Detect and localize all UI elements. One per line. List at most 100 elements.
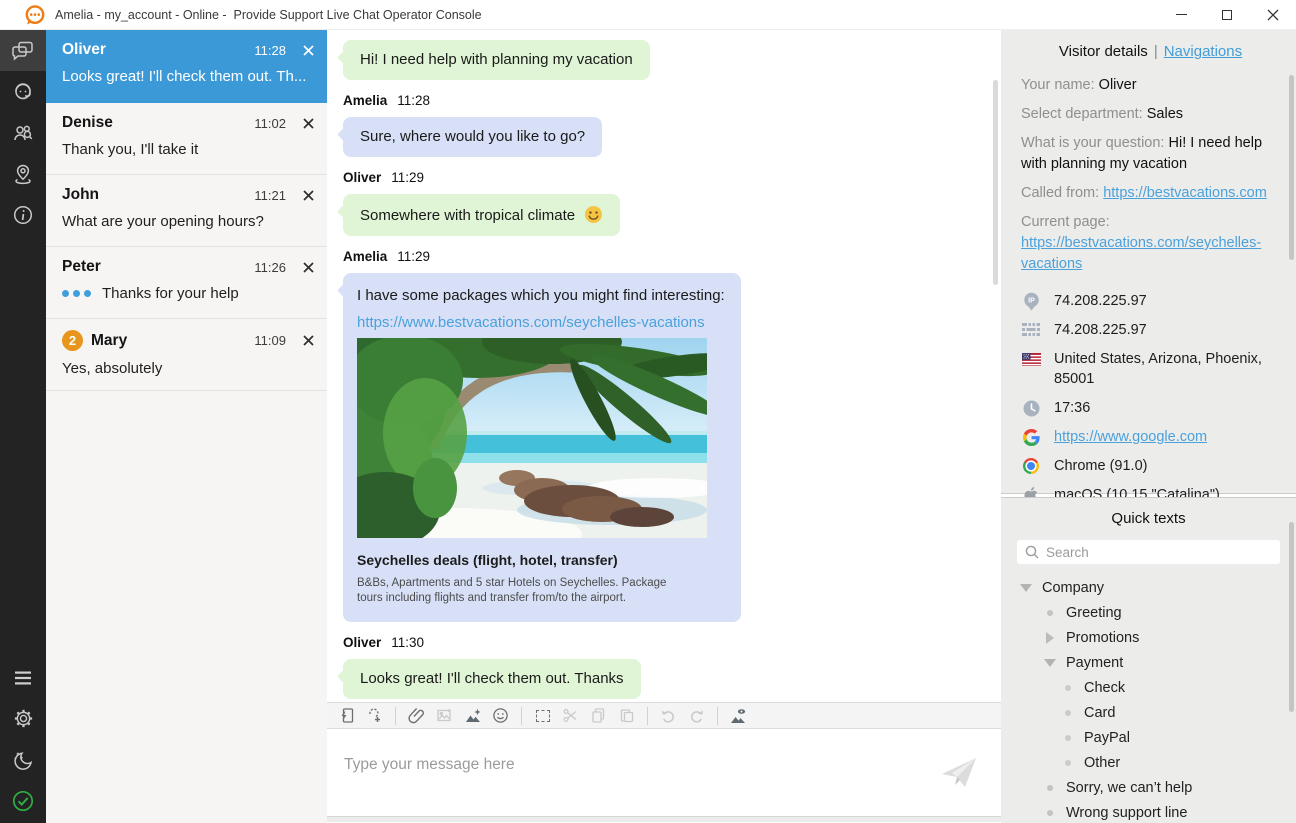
rail-menu-button[interactable] (0, 657, 46, 698)
seychelles-beach-photo (357, 338, 707, 538)
rail-online-status-button[interactable] (0, 780, 46, 821)
chat-item-oliver[interactable]: Oliver 11:28 Looks great! I'll check the… (46, 30, 327, 103)
google-icon (1021, 427, 1041, 447)
quick-texts-scrollbar-thumb[interactable] (1289, 522, 1294, 712)
current-page-link[interactable]: https://bestvacations.com/seychelles-vac… (1021, 235, 1261, 272)
message-time: 11:28 (397, 93, 430, 108)
send-message-button[interactable] (939, 753, 979, 793)
field-value: Oliver (1099, 77, 1137, 93)
message-meta: Amelia 11:29 (343, 249, 985, 264)
visitor-details-scrollbar-thumb[interactable] (1289, 75, 1294, 260)
expanded-arrow-icon[interactable] (1043, 659, 1057, 667)
left-icon-rail (0, 30, 46, 823)
close-chat-button[interactable] (299, 258, 317, 276)
browser-value: Chrome (91.0) (1054, 456, 1147, 476)
visitor-field: What is your question: Hi! I need help w… (1021, 133, 1280, 175)
undo-icon[interactable] (656, 705, 681, 726)
copy-icon[interactable] (586, 705, 611, 726)
night-theme-icon (11, 748, 35, 772)
tree-item-payment[interactable]: Payment (1001, 650, 1296, 675)
svg-text:IP: IP (1028, 295, 1035, 304)
tree-item-company[interactable]: Company (1001, 575, 1296, 600)
conversation-pane: Hi! I need help with planning my vacatio… (327, 30, 1001, 823)
close-icon (303, 118, 314, 129)
messages-scrollbar-thumb[interactable] (993, 80, 998, 285)
chat-item-john[interactable]: John 11:21 What are your opening hours? (46, 175, 327, 247)
expanded-arrow-icon[interactable] (1019, 584, 1033, 592)
tree-item-promotions[interactable]: Promotions (1001, 625, 1296, 650)
close-chat-button[interactable] (299, 186, 317, 204)
redo-icon[interactable] (684, 705, 709, 726)
minimize-button[interactable] (1158, 0, 1204, 29)
rail-info-button[interactable] (0, 194, 46, 235)
composer-horizontal-scrollbar[interactable] (327, 816, 1001, 822)
select-area-icon[interactable] (530, 705, 555, 726)
bullet-icon (1061, 710, 1075, 716)
emoji-icon[interactable] (488, 705, 513, 726)
tree-item-label: Sorry, we can’t help (1066, 780, 1192, 796)
ip-address-value: 74.208.225.97 (1054, 291, 1147, 311)
screenshot-icon[interactable] (726, 705, 751, 726)
search-input[interactable] (1046, 545, 1280, 560)
message-input[interactable] (327, 729, 891, 793)
rail-settings-button[interactable] (0, 698, 46, 739)
paste-icon[interactable] (614, 705, 639, 726)
called-from-link[interactable]: https://bestvacations.com (1103, 185, 1267, 201)
provider-icon (1021, 320, 1041, 340)
rail-geo-button[interactable] (0, 153, 46, 194)
upload-image-icon[interactable] (432, 705, 457, 726)
chat-time: 11:09 (254, 333, 299, 348)
rail-operator-button[interactable] (0, 71, 46, 112)
attach-file-icon[interactable] (404, 705, 429, 726)
tree-item-sorry-we-cant-help[interactable]: Sorry, we can’t help (1001, 775, 1296, 800)
tree-item-other[interactable]: Other (1001, 750, 1296, 775)
chat-name: Denise (62, 114, 113, 132)
tree-item-paypal[interactable]: PayPal (1001, 725, 1296, 750)
rail-chats-button[interactable] (0, 30, 46, 71)
close-chat-button[interactable] (299, 114, 317, 132)
cut-icon[interactable] (558, 705, 583, 726)
chat-time: 11:26 (254, 260, 299, 275)
chat-preview: What are your opening hours? (62, 213, 264, 230)
message-time: 11:29 (391, 170, 424, 185)
field-value: Sales (1147, 106, 1183, 122)
tree-item-greeting[interactable]: Greeting (1001, 600, 1296, 625)
chat-preview: Thank you, I'll take it (62, 141, 198, 158)
chat-item-mary[interactable]: 2 Mary 11:09 Yes, absolutely (46, 319, 327, 391)
tree-item-wrong-support-line[interactable]: Wrong support line (1001, 800, 1296, 823)
tree-item-card[interactable]: Card (1001, 700, 1296, 725)
bullet-icon (1061, 760, 1075, 766)
rail-bottom-group (0, 657, 46, 821)
bullet-icon (1043, 785, 1057, 791)
close-icon (303, 45, 314, 56)
visitor-field: Current page: https://bestvacations.com/… (1021, 212, 1280, 275)
vacation-link[interactable]: https://www.bestvacations.com/seychelles… (357, 314, 705, 331)
message-history: Hi! I need help with planning my vacatio… (327, 30, 1001, 702)
tree-item-label: Company (1042, 580, 1104, 596)
send-image-icon[interactable] (460, 705, 485, 726)
tree-item-check[interactable]: Check (1001, 675, 1296, 700)
close-chat-button[interactable] (299, 332, 317, 350)
composer-area (327, 729, 1001, 823)
collapsed-arrow-icon[interactable] (1043, 632, 1057, 644)
local-time-value: 17:36 (1054, 398, 1090, 418)
rail-night-theme-button[interactable] (0, 739, 46, 780)
rail-visitors-button[interactable] (0, 112, 46, 153)
message-meta: Amelia 11:28 (343, 93, 985, 108)
navigations-link[interactable]: Navigations (1164, 43, 1242, 60)
message-author: Oliver (343, 170, 381, 185)
visitors-icon (11, 121, 35, 145)
visitor-message-bubble: Looks great! I'll check them out. Thanks (343, 659, 641, 699)
chat-item-denise[interactable]: Denise 11:02 Thank you, I'll take it (46, 103, 327, 175)
quick-text-icon[interactable] (334, 705, 359, 726)
close-button[interactable] (1250, 0, 1296, 29)
referrer-link[interactable]: https://www.google.com (1054, 427, 1207, 447)
chat-item-peter[interactable]: Peter 11:26 Thanks for your help (46, 247, 327, 319)
tree-item-label: Other (1084, 755, 1120, 771)
bullet-icon (1043, 610, 1057, 616)
close-chat-button[interactable] (299, 41, 317, 59)
add-quick-text-icon[interactable] (362, 705, 387, 726)
maximize-button[interactable] (1204, 0, 1250, 29)
settings-icon (12, 707, 35, 730)
tree-item-label: Card (1084, 705, 1115, 721)
